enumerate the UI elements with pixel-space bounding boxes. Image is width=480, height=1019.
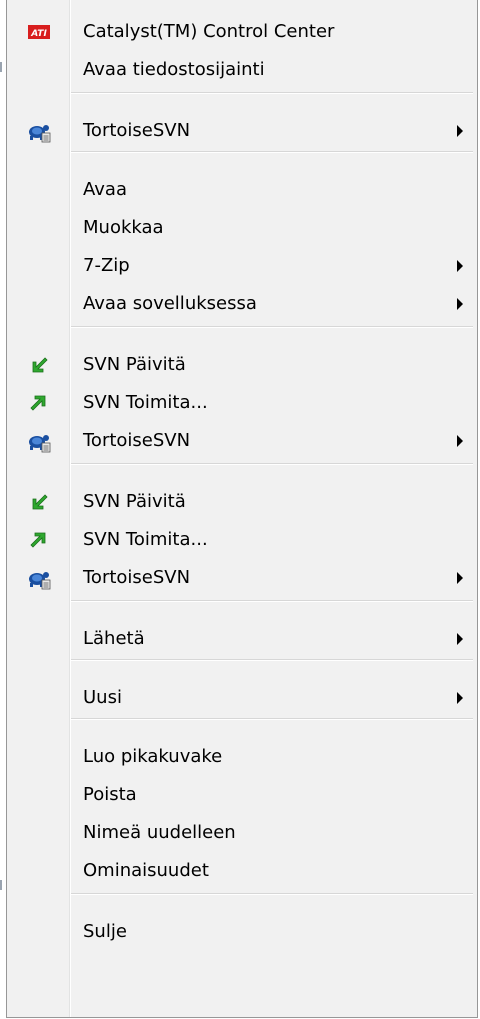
svn-commit-icon (27, 391, 51, 415)
submenu-arrow-icon (457, 260, 463, 272)
tortoisesvn-icon (27, 566, 51, 590)
menu-item-label: SVN Toimita... (83, 392, 208, 413)
menu-item-label: Avaa (83, 179, 127, 200)
menu-separator (71, 659, 473, 661)
menu-item-7-zip[interactable]: 7-Zip (7, 248, 477, 284)
menu-item-svn-toimita[interactable]: SVN Toimita... (7, 385, 477, 421)
submenu-arrow-icon (457, 572, 463, 584)
context-menu: Catalyst(TM) Control Center Avaa tiedosto… (6, 0, 478, 1018)
menu-item-sulje[interactable]: Sulje (7, 914, 477, 950)
menu-item-nimeä-uudelleen[interactable]: Nimeä uudelleen (7, 815, 477, 851)
menu-item-label: 7-Zip (83, 255, 130, 276)
menu-item-avaa-sovelluksessa[interactable]: Avaa sovelluksessa (7, 286, 477, 322)
menu-item-label: Lähetä (83, 628, 145, 649)
menu-item-label: Poista (83, 784, 137, 805)
menu-item-tortoisesvn[interactable]: TortoiseSVN (7, 560, 477, 596)
menu-item-label: Nimeä uudelleen (83, 822, 236, 843)
menu-item-tortoisesvn[interactable]: TortoiseSVN (7, 113, 477, 149)
menu-item-ominaisuudet[interactable]: Ominaisuudet (7, 853, 477, 889)
menu-item-label: TortoiseSVN (83, 430, 191, 451)
menu-separator (71, 718, 473, 720)
menu-item-label: TortoiseSVN (83, 120, 191, 141)
menu-item-label: Uusi (83, 687, 122, 708)
menu-separator (71, 463, 473, 465)
menu-item-poista[interactable]: Poista (7, 777, 477, 813)
edge-mark (0, 880, 2, 890)
menu-item-catalyst-tm-control-center[interactable]: Catalyst(TM) Control Center (7, 14, 477, 50)
menu-item-luo-pikakuvake[interactable]: Luo pikakuvake (7, 739, 477, 775)
menu-item-label: Luo pikakuvake (83, 746, 223, 767)
edge-mark (0, 62, 2, 72)
menu-item-svn-päivitä[interactable]: SVN Päivitä (7, 484, 477, 520)
submenu-arrow-icon (457, 298, 463, 310)
menu-item-muokkaa[interactable]: Muokkaa (7, 210, 477, 246)
menu-item-label: SVN Toimita... (83, 529, 208, 550)
menu-item-label: SVN Päivitä (83, 354, 186, 375)
submenu-arrow-icon (457, 692, 463, 704)
menu-item-label: Avaa sovelluksessa (83, 293, 257, 314)
menu-item-uusi[interactable]: Uusi (7, 680, 477, 716)
menu-item-svn-päivitä[interactable]: SVN Päivitä (7, 347, 477, 383)
menu-item-label: TortoiseSVN (83, 567, 191, 588)
tortoisesvn-icon (27, 119, 51, 143)
menu-separator (71, 600, 473, 602)
svn-update-icon (27, 353, 51, 377)
menu-item-avaa-tiedostosijainti[interactable]: Avaa tiedostosijainti (7, 52, 477, 88)
menu-item-svn-toimita[interactable]: SVN Toimita... (7, 522, 477, 558)
menu-item-tortoisesvn[interactable]: TortoiseSVN (7, 423, 477, 459)
menu-item-label: Ominaisuudet (83, 860, 209, 881)
menu-separator (71, 326, 473, 328)
tortoisesvn-icon (27, 429, 51, 453)
menu-separator (71, 151, 473, 153)
submenu-arrow-icon (457, 125, 463, 137)
ati-icon (27, 20, 51, 44)
svn-commit-icon (27, 528, 51, 552)
submenu-arrow-icon (457, 633, 463, 645)
submenu-arrow-icon (457, 435, 463, 447)
menu-item-label: Sulje (83, 921, 127, 942)
menu-item-lähetä[interactable]: Lähetä (7, 621, 477, 657)
menu-item-label: Avaa tiedostosijainti (83, 59, 265, 80)
menu-separator (71, 893, 473, 895)
menu-separator (71, 92, 473, 94)
svn-update-icon (27, 490, 51, 514)
menu-item-label: Muokkaa (83, 217, 164, 238)
menu-item-label: SVN Päivitä (83, 491, 186, 512)
menu-item-label: Catalyst(TM) Control Center (83, 21, 335, 42)
menu-item-avaa[interactable]: Avaa (7, 172, 477, 208)
